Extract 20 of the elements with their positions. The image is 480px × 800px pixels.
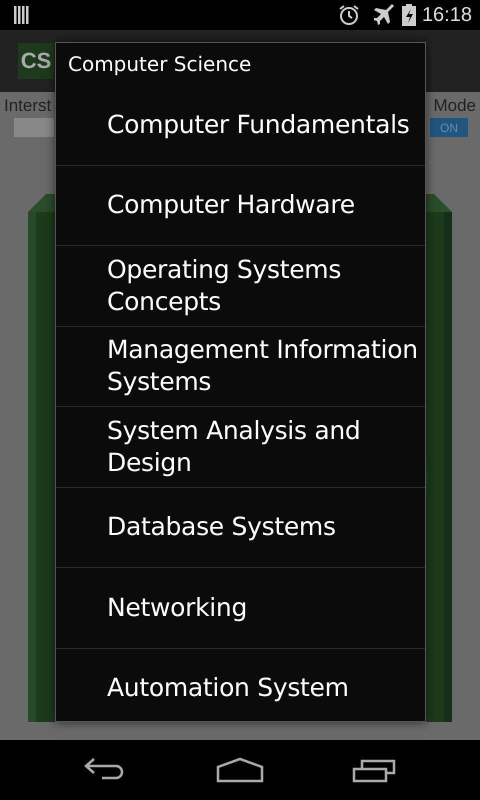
list-item[interactable]: Management Information Systems bbox=[56, 326, 425, 407]
battery-icon bbox=[402, 4, 416, 26]
list-item[interactable]: Networking bbox=[56, 568, 425, 648]
recent-apps-icon[interactable] bbox=[352, 757, 396, 783]
list-item[interactable]: Computer Hardware bbox=[56, 166, 425, 246]
setting-label: Mode bbox=[433, 96, 476, 116]
alarm-icon bbox=[338, 4, 360, 26]
toggle-switch[interactable] bbox=[14, 118, 54, 137]
dialog-title: Computer Science bbox=[67, 51, 252, 78]
setting-label: Interst bbox=[4, 96, 52, 116]
app-logo: CS bbox=[18, 43, 54, 79]
list-item[interactable]: Database Systems bbox=[56, 488, 425, 568]
list-item[interactable]: Automation System bbox=[56, 648, 425, 721]
clock-time: 16:18 bbox=[422, 4, 472, 26]
notification-icon bbox=[14, 6, 30, 24]
list-item[interactable]: Computer Fundamentals bbox=[56, 85, 425, 166]
list-item[interactable]: Operating Systems Concepts bbox=[56, 246, 425, 326]
home-icon[interactable] bbox=[216, 757, 264, 783]
airplane-icon bbox=[374, 4, 396, 26]
list-item[interactable]: System Analysis and Design bbox=[56, 407, 425, 488]
